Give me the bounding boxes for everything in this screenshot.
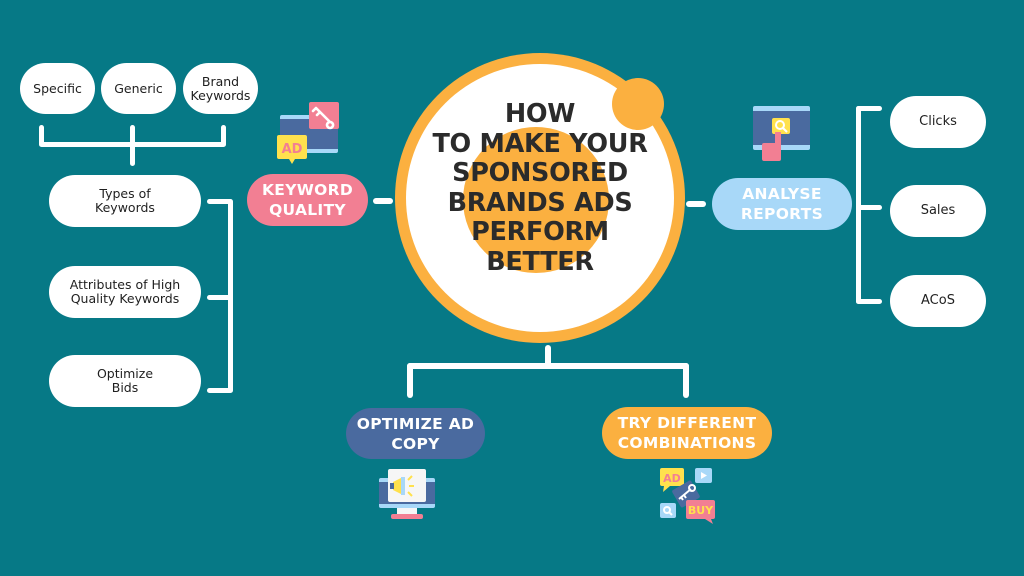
node-attributes-high-quality-keywords: Attributes of High Quality Keywords	[49, 266, 201, 318]
ad-buy-combination-icon: AD BUY	[660, 468, 715, 524]
node-sales: Sales	[890, 185, 986, 237]
node-acos: ACoS	[890, 275, 986, 327]
ad-keyword-icon: AD	[277, 102, 339, 164]
node-generic: Generic	[101, 63, 176, 114]
page-title: HOW TO MAKE YOUR SPONSORED BRANDS ADS PE…	[432, 99, 648, 277]
report-monitor-icon	[753, 106, 810, 161]
node-specific: Specific	[20, 63, 95, 114]
category-try-different-combinations: TRY DIFFERENT COMBINATIONS	[602, 407, 772, 459]
node-clicks: Clicks	[890, 96, 986, 148]
node-brand-keywords: Brand Keywords	[183, 63, 258, 114]
category-optimize-ad-copy: OPTIMIZE AD COPY	[346, 408, 485, 459]
node-optimize-bids: Optimize Bids	[49, 355, 201, 407]
category-analyse-reports: ANALYSE REPORTS	[712, 178, 852, 230]
megaphone-monitor-icon	[379, 469, 435, 519]
icon-ad-text: AD	[663, 472, 681, 485]
icon-buy-text: BUY	[688, 504, 714, 517]
category-keyword-quality: KEYWORD QUALITY	[247, 174, 368, 226]
svg-text:AD: AD	[282, 142, 303, 157]
node-types-of-keywords: Types of Keywords	[49, 175, 201, 227]
